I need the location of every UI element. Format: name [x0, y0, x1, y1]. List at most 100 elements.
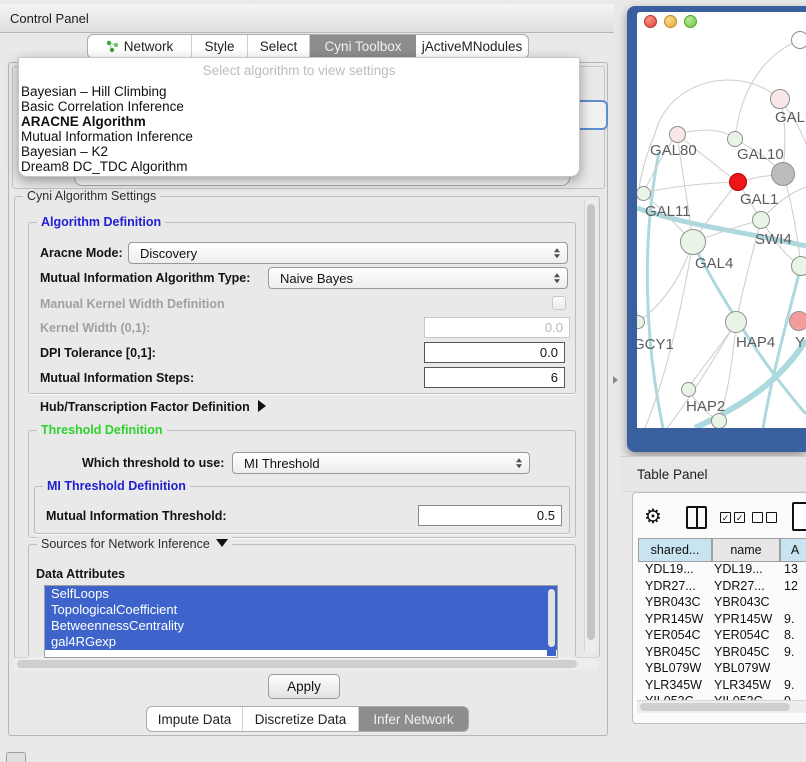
dropdown-item[interactable]: Dream8 DC_TDC Algorithm [19, 159, 579, 174]
table-horizontal-scrollbar[interactable] [637, 700, 806, 713]
column-header[interactable]: name [712, 538, 780, 562]
tab-cyni-toolbox[interactable]: Cyni Toolbox [310, 35, 416, 58]
mi-threshold-value: 0.5 [537, 508, 555, 523]
node-label: GAL11 [645, 203, 691, 220]
tab-label: jActiveMNodules [422, 39, 523, 54]
table-horizontal-scrollbar-thumb[interactable] [640, 703, 790, 711]
collapsed-arrow-icon [258, 400, 266, 412]
dpi-tolerance-input[interactable]: 0.0 [424, 342, 565, 363]
column-header[interactable]: A [780, 538, 806, 562]
network-node-swi4[interactable] [752, 211, 770, 229]
attribute-list-item[interactable]: SelfLoops [45, 586, 557, 602]
unchecked-box-icon[interactable] [752, 512, 763, 523]
collapsed-panel-button[interactable] [6, 752, 26, 762]
settings-horizontal-scrollbar-thumb[interactable] [17, 660, 577, 668]
table-row[interactable]: YDR27...YDR27...12 [632, 579, 806, 596]
attribute-list-item[interactable]: TopologicalCoefficient [45, 602, 557, 618]
table-cell: YDR27... [645, 579, 696, 593]
network-node-hap2[interactable] [681, 382, 696, 397]
aracne-mode-select[interactable]: Discovery [128, 242, 568, 264]
checked-box-icon[interactable]: ✓ [720, 512, 731, 523]
split-columns-icon[interactable] [686, 506, 707, 529]
attribute-list-item[interactable]: BetweennessCentrality [45, 618, 557, 634]
column-header[interactable]: shared... [638, 538, 712, 562]
network-canvas[interactable]: GAL7GAL80GAL10GAL1GAL11SWI4GAL4GCY1HAP4Y… [637, 12, 806, 428]
table-cell: YBR045C [714, 645, 770, 659]
network-node-gal11[interactable] [637, 186, 651, 201]
gear-icon[interactable]: ⚙ [644, 504, 662, 529]
table-cell: 12 [784, 579, 798, 593]
settings-vertical-scrollbar[interactable] [584, 200, 596, 652]
network-node-gal1[interactable] [729, 173, 747, 191]
zoom-traffic-light[interactable] [684, 15, 697, 28]
mi-threshold-input[interactable]: 0.5 [418, 505, 562, 526]
bottom-tab-impute-data[interactable]: Impute Data [147, 707, 243, 731]
mi-steps-input[interactable]: 6 [424, 367, 565, 388]
tab-network[interactable]: Network [88, 35, 192, 58]
panel-title: Control Panel [10, 11, 89, 26]
dropdown-item[interactable]: ARACNE Algorithm [19, 114, 579, 129]
dpi-tolerance-value: 0.0 [540, 345, 558, 360]
tab-style[interactable]: Style [192, 35, 248, 58]
mi-algorithm-type-value: Naive Bayes [280, 271, 353, 286]
network-node[interactable] [791, 31, 806, 49]
network-node-gal4[interactable] [680, 229, 706, 255]
dropdown-item[interactable]: Basic Correlation Inference [19, 99, 579, 114]
network-node[interactable] [791, 256, 806, 276]
table-row[interactable]: YER054CYER054C8. [632, 628, 806, 645]
network-view-window[interactable]: GAL7GAL80GAL10GAL1GAL11SWI4GAL4GCY1HAP4Y… [627, 6, 806, 452]
mi-algorithm-type-select[interactable]: Naive Bayes [268, 267, 568, 289]
attributes-list-scrollbar[interactable] [547, 587, 556, 656]
network-node-gal7[interactable] [770, 89, 790, 109]
table-row[interactable]: YDL19...YDL19...13 [632, 562, 806, 579]
table-cell: 9. [784, 612, 794, 626]
unchecked-box-icon[interactable] [766, 512, 777, 523]
table-cell: YER054C [714, 628, 770, 642]
checked-box-icon[interactable]: ✓ [734, 512, 745, 523]
table-panel-titlebar: Table Panel [620, 456, 806, 492]
hub-definition-toggle[interactable]: Hub/Transcription Factor Definition [40, 400, 266, 414]
bottom-tab-discretize-data[interactable]: Discretize Data [243, 707, 359, 731]
table-row[interactable]: YPR145WYPR145W9. [632, 612, 806, 629]
table-cell: YER054C [645, 628, 701, 642]
network-node-hap4[interactable] [725, 311, 747, 333]
manual-kernel-checkbox[interactable] [552, 296, 566, 310]
bottom-tab-infer-network[interactable]: Infer Network [359, 707, 468, 731]
table-row[interactable]: YBR045CYBR045C9. [632, 645, 806, 662]
dropdown-item[interactable]: Bayesian – K2 [19, 144, 579, 159]
table-row[interactable]: YBL079WYBL079W [632, 661, 806, 678]
network-node[interactable] [711, 413, 727, 428]
attribute-list-item[interactable]: gal4RGexp [45, 634, 557, 650]
network-node-gal10[interactable] [727, 131, 743, 147]
table-cell: YLR345W [645, 678, 702, 692]
tab-jactivemnodules[interactable]: jActiveMNodules [416, 35, 528, 58]
data-attributes-list[interactable]: SelfLoopsTopologicalCoefficientBetweenne… [44, 585, 558, 658]
network-node-y[interactable] [789, 311, 806, 331]
bottom-tab-strip: Impute DataDiscretize DataInfer Network [146, 706, 469, 732]
attributes-list-scrollbar-thumb[interactable] [548, 589, 555, 647]
dropdown-item[interactable]: Mutual Information Inference [19, 129, 579, 144]
tab-label: Style [204, 39, 234, 54]
splitter-collapse-icon[interactable] [613, 376, 618, 384]
table-row[interactable]: YLR345WYLR345W9. [632, 678, 806, 695]
settings-vertical-scrollbar-thumb[interactable] [587, 204, 595, 640]
table-cell: YBL079W [645, 661, 701, 675]
dropdown-item[interactable]: Bayesian – Hill Climbing [19, 84, 579, 99]
close-traffic-light[interactable] [644, 15, 657, 28]
settings-horizontal-scrollbar[interactable] [14, 657, 598, 670]
tab-select[interactable]: Select [248, 35, 310, 58]
dpi-tolerance-label: DPI Tolerance [0,1]: [40, 346, 156, 360]
network-node[interactable] [771, 162, 795, 186]
node-label: GAL10 [737, 146, 784, 163]
network-node-gal80[interactable] [669, 126, 686, 143]
aracne-mode-value: Discovery [140, 246, 197, 261]
apply-button[interactable]: Apply [268, 674, 340, 699]
table-cell: YLR345W [714, 678, 771, 692]
table-cell: YPR145W [645, 612, 703, 626]
table-row[interactable]: YBR043CYBR043C [632, 595, 806, 612]
document-icon[interactable] [792, 502, 806, 531]
minimize-traffic-light[interactable] [664, 15, 677, 28]
tab-label: Cyni Toolbox [324, 39, 401, 54]
sources-toggle[interactable]: Sources for Network Inference [37, 537, 232, 551]
which-threshold-select[interactable]: MI Threshold [232, 452, 530, 474]
